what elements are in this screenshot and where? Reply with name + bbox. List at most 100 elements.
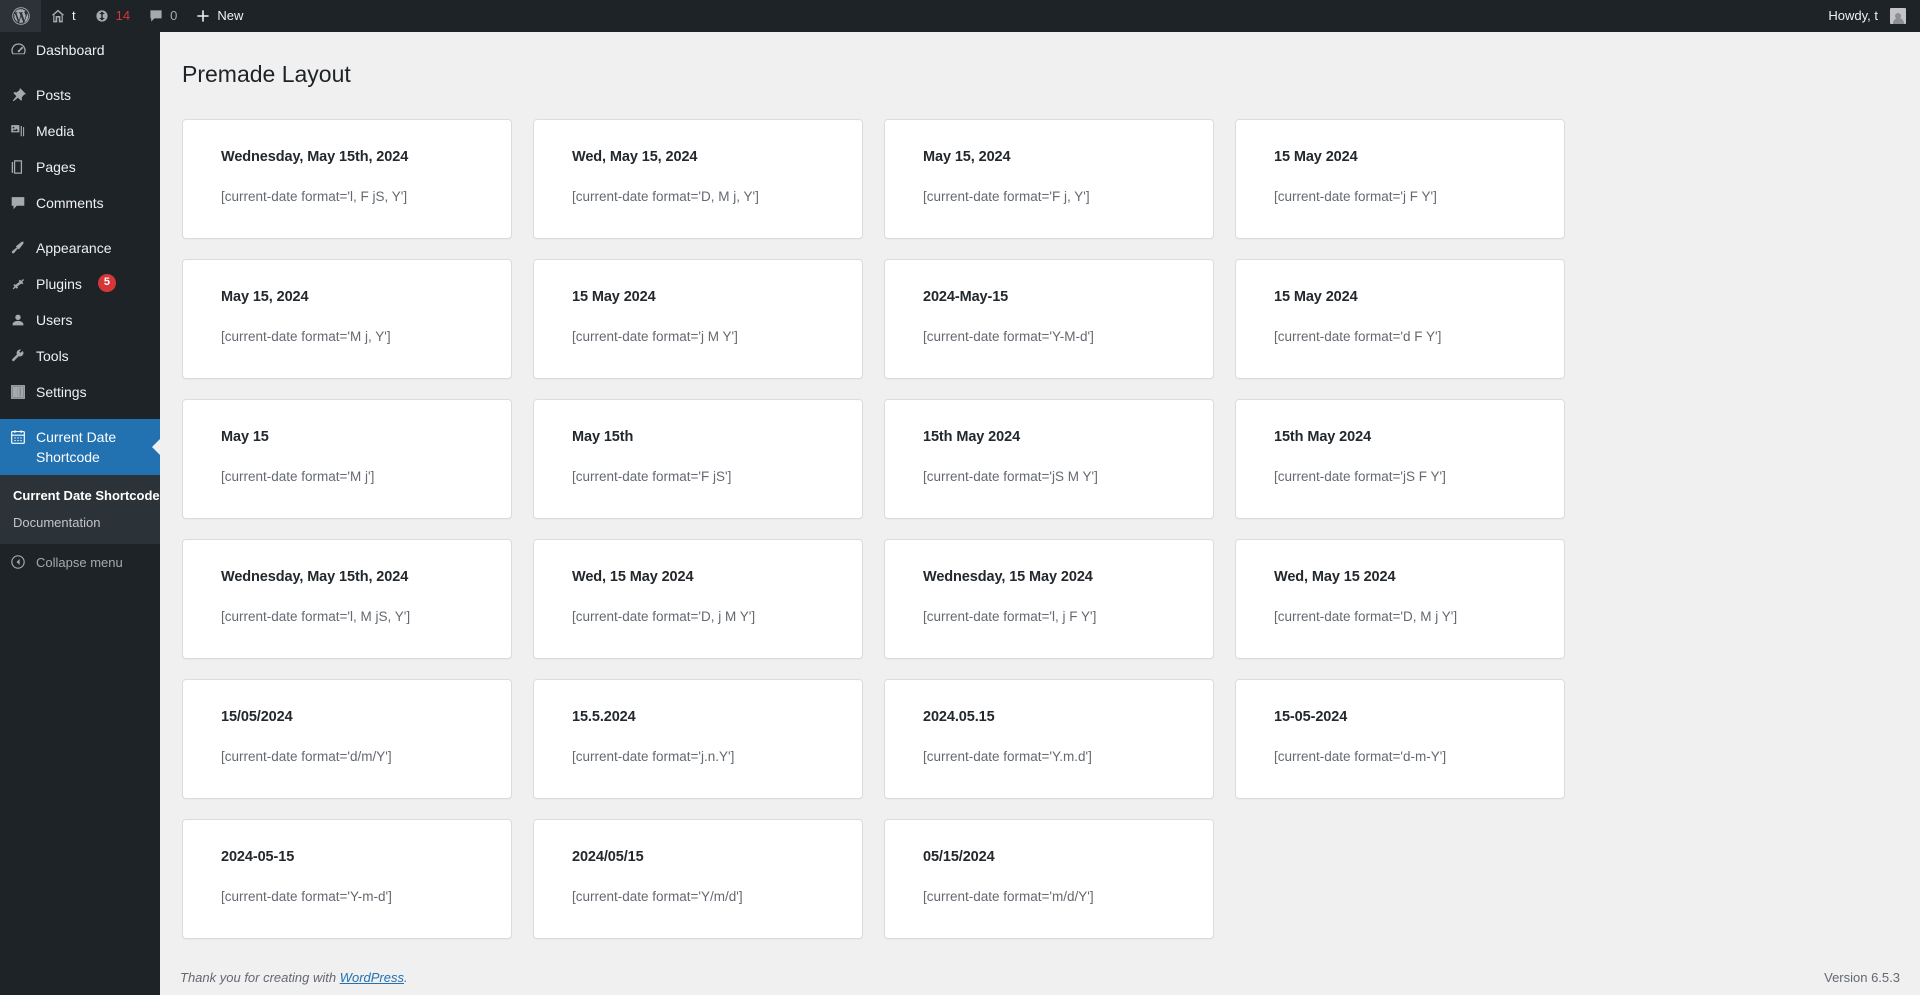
sidebar-item-appearance[interactable]: Appearance — [0, 230, 160, 266]
footer-version: Version 6.5.3 — [1824, 970, 1900, 985]
pages-icon — [0, 157, 36, 176]
page-wrap: Premade Layout Wednesday, May 15th, 2024… — [182, 42, 1900, 939]
footer-thanks-suffix: . — [404, 970, 408, 985]
card-date-value: 15th May 2024 — [1274, 428, 1372, 445]
sidebar-item-label: Users — [36, 312, 73, 328]
card-date-value: May 15th — [572, 428, 634, 445]
date-format-card: 15 May 2024 [current-date format='j M Y'] — [533, 258, 863, 379]
date-format-card: May 15, 2024 [current-date format='F j, Y… — [884, 118, 1214, 239]
my-account-button[interactable]: Howdy, t — [1819, 0, 1920, 32]
card-shortcode: [current-date format='d/m/Y'] — [221, 748, 392, 764]
admin-bar: t 14 0 New Howdy, t — [0, 0, 1920, 32]
sidebar-item-users[interactable]: Users — [0, 302, 160, 338]
sidebar-item-current-date-shortcode[interactable]: Current Date Shortcode — [0, 419, 160, 475]
card-shortcode: [current-date format='j M Y'] — [572, 328, 738, 344]
sidebar-item-settings[interactable]: Settings — [0, 374, 160, 410]
sidebar-item-comments[interactable]: Comments — [0, 185, 160, 221]
card-date-value: 15 May 2024 — [1274, 288, 1358, 305]
date-format-card: 15 May 2024 [current-date format='j F Y'] — [1235, 118, 1565, 239]
sidebar-item-users-wrap: Users — [0, 302, 160, 338]
admin-sidebar: Dashboard Posts Media Pages Comments App… — [0, 32, 160, 995]
new-content-button[interactable]: New — [186, 0, 252, 32]
sidebar-item-media-wrap: Media — [0, 113, 160, 149]
home-icon — [50, 8, 66, 24]
comment-bubble-icon — [148, 8, 164, 24]
sidebar-item-dashboard[interactable]: Dashboard — [0, 32, 160, 68]
submenu-item-documentation[interactable]: Documentation — [0, 509, 160, 536]
card-date-value: Wednesday, May 15th, 2024 — [221, 568, 409, 585]
date-format-card: 2024/05/15 [current-date format='Y/m/d'] — [533, 818, 863, 939]
main-content-area: Premade Layout Wednesday, May 15th, 2024… — [160, 32, 1920, 995]
site-name-label: t — [72, 8, 76, 23]
card-date-value: 15th May 2024 — [923, 428, 1021, 445]
card-shortcode: [current-date format='Y-m-d'] — [221, 888, 392, 904]
card-date-value: Wednesday, 15 May 2024 — [923, 568, 1093, 585]
sidebar-item-tools-wrap: Tools — [0, 338, 160, 374]
card-date-value: 15-05-2024 — [1274, 708, 1348, 725]
sidebar-item-settings-wrap: Settings — [0, 374, 160, 410]
plugins-update-badge: 5 — [97, 274, 116, 292]
updates-button[interactable]: 14 — [85, 0, 139, 32]
date-format-card: 15th May 2024 [current-date format='jS M … — [884, 398, 1214, 519]
footer-thanks: Thank you for creating with WordPress. — [180, 970, 408, 985]
card-shortcode: [current-date format='M j, Y'] — [221, 328, 391, 344]
premade-layout-grid: Wednesday, May 15th, 2024 [current-date f… — [182, 109, 1900, 939]
wrench-icon — [0, 346, 36, 365]
date-format-card: Wed, May 15, 2024 [current-date format='D… — [533, 118, 863, 239]
admin-footer: Thank you for creating with WordPress. V… — [160, 960, 1920, 995]
sidebar-item-posts[interactable]: Posts — [0, 77, 160, 113]
sidebar-item-label: Tools — [36, 348, 69, 364]
card-shortcode: [current-date format='jS F Y'] — [1274, 468, 1446, 484]
sidebar-item-label: Comments — [36, 195, 104, 211]
card-shortcode: [current-date format='D, j M Y'] — [572, 608, 756, 624]
sliders-icon — [0, 382, 36, 401]
site-name-button[interactable]: t — [41, 0, 85, 32]
date-format-card: Wed, 15 May 2024 [current-date format='D,… — [533, 538, 863, 659]
comments-button[interactable]: 0 — [139, 0, 186, 32]
content-wrapper: Premade Layout Wednesday, May 15th, 2024… — [160, 42, 1920, 939]
sidebar-separator — [0, 410, 160, 419]
card-date-value: Wed, May 15, 2024 — [572, 148, 698, 165]
date-format-card: 15th May 2024 [current-date format='jS F … — [1235, 398, 1565, 519]
card-date-value: 2024-05-15 — [221, 848, 295, 865]
card-shortcode: [current-date format='D, M j Y'] — [1274, 608, 1458, 624]
page-title: Premade Layout — [182, 61, 351, 87]
sidebar-item-current-date-shortcode-wrap: Current Date Shortcode Current Date Shor… — [0, 419, 160, 544]
sidebar-item-pages[interactable]: Pages — [0, 149, 160, 185]
card-shortcode: [current-date format='d F Y'] — [1274, 328, 1442, 344]
date-format-card: 2024-05-15 [current-date format='Y-m-d'] — [182, 818, 512, 939]
user-icon — [0, 310, 36, 329]
date-format-card: 05/15/2024 [current-date format='m/d/Y'] — [884, 818, 1214, 939]
sidebar-item-tools[interactable]: Tools — [0, 338, 160, 374]
card-date-value: 15/05/2024 — [221, 708, 293, 725]
card-shortcode: [current-date format='d-m-Y'] — [1274, 748, 1447, 764]
collapse-menu-button[interactable]: Collapse menu — [0, 544, 160, 580]
submenu-item-current-date-shortcode[interactable]: Current Date Shortcode — [0, 482, 160, 509]
card-shortcode: [current-date format='F j, Y'] — [923, 188, 1090, 204]
date-format-card: 15 May 2024 [current-date format='d F Y'] — [1235, 258, 1565, 379]
card-shortcode: [current-date format='M j'] — [221, 468, 375, 484]
sidebar-item-label: Appearance — [36, 240, 112, 256]
wordpress-logo-button[interactable] — [0, 0, 41, 32]
submenu-item-current-date-shortcode-wrap: Current Date Shortcode — [0, 482, 160, 509]
media-icon — [0, 121, 36, 140]
howdy-label: Howdy, t — [1828, 8, 1878, 23]
sidebar-item-posts-wrap: Posts — [0, 77, 160, 113]
card-shortcode: [current-date format='D, M j, Y'] — [572, 188, 759, 204]
footer-thanks-prefix: Thank you for creating with — [180, 970, 340, 985]
date-format-card: May 15 [current-date format='M j'] — [182, 398, 512, 519]
card-date-value: Wed, May 15 2024 — [1274, 568, 1396, 585]
sidebar-item-appearance-wrap: Appearance — [0, 230, 160, 266]
plus-icon — [195, 8, 211, 24]
card-date-value: 05/15/2024 — [923, 848, 995, 865]
comment-bubble-icon — [0, 193, 36, 212]
date-format-card: Wednesday, May 15th, 2024 [current-date f… — [182, 538, 512, 659]
wordpress-link[interactable]: WordPress — [340, 970, 404, 985]
card-date-value: 2024/05/15 — [572, 848, 644, 865]
sidebar-item-plugins[interactable]: Plugins 5 — [0, 266, 160, 302]
card-date-value: Wed, 15 May 2024 — [572, 568, 694, 585]
sidebar-separator — [0, 68, 160, 77]
card-date-value: 2024.05.15 — [923, 708, 995, 725]
sidebar-item-media[interactable]: Media — [0, 113, 160, 149]
date-format-card: May 15, 2024 [current-date format='M j, Y… — [182, 258, 512, 379]
